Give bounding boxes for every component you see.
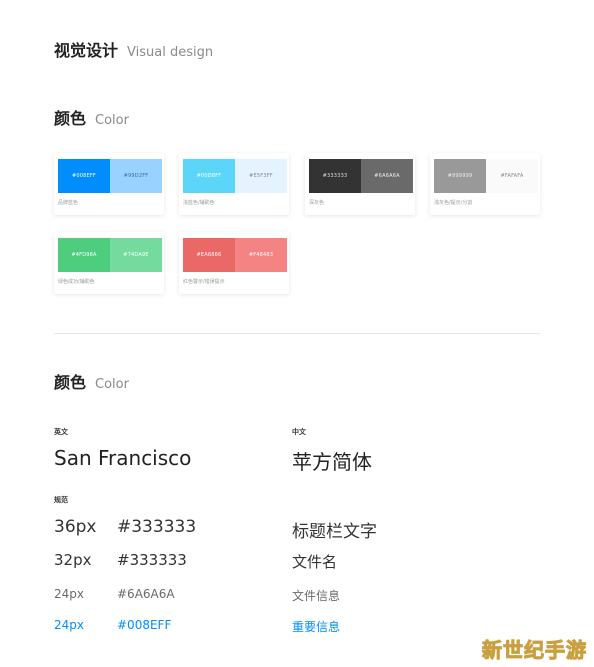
- type-spec-hex: #6A6A6A: [117, 587, 175, 601]
- font-section-title: 颜色 Color: [54, 369, 129, 393]
- page-title-cn: 视觉设计: [54, 41, 119, 60]
- type-spec-usage: 标题栏文字: [292, 522, 377, 542]
- watermark-logo: 新世纪手游: [482, 638, 587, 663]
- swatch-hex: #6A6A6A: [374, 173, 400, 179]
- color-swatch: #008EFF: [58, 159, 110, 193]
- chinese-font-label: 中文: [292, 428, 306, 436]
- color-card-label: 绿色成功/辅助色: [58, 279, 95, 285]
- type-spec-usage: 文件名: [292, 553, 338, 571]
- type-spec-hex: #008EFF: [117, 618, 172, 632]
- color-card-label: 浅蓝色/辅助色: [183, 200, 215, 206]
- color-card-dark-gray: #333333 #6A6A6A 深灰色: [305, 153, 415, 215]
- color-swatch: #E5F3FF: [235, 159, 287, 193]
- chinese-font-name: 苹方简体: [292, 450, 372, 474]
- color-swatch: #F48483: [235, 238, 287, 272]
- page-title: 视觉设计 Visual design: [54, 37, 213, 61]
- color-swatch: #FAFAFA: [486, 159, 538, 193]
- color-swatch: #6A6A6A: [361, 159, 413, 193]
- swatch-hex: #74DA9E: [123, 252, 149, 258]
- type-spec-size: 24px: [54, 587, 84, 601]
- color-card-label: 红色警示/错误提示: [183, 279, 225, 285]
- color-section-title-en: Color: [95, 113, 129, 128]
- type-spec-size: 24px: [54, 618, 84, 632]
- color-card-red: #EA6866 #F48483 红色警示/错误提示: [179, 232, 289, 294]
- page-title-en: Visual design: [127, 45, 214, 60]
- type-spec-size: 32px: [54, 551, 92, 569]
- color-swatch: #74DA9E: [110, 238, 162, 272]
- english-font-label: 英文: [54, 428, 68, 436]
- swatch-hex: #FAFAFA: [500, 173, 524, 179]
- color-section-title-cn: 颜色: [54, 109, 87, 128]
- type-spec-hex: #333333: [117, 517, 197, 537]
- color-section-title: 颜色 Color: [54, 105, 129, 129]
- type-spec-usage: 文件信息: [292, 589, 341, 603]
- swatch-hex: #F48483: [248, 252, 274, 258]
- swatch-hex: #EA6866: [196, 252, 222, 258]
- english-font-name: San Francisco: [54, 446, 192, 470]
- swatch-hex: #008EFF: [71, 173, 97, 179]
- color-card-label: 品牌蓝色: [58, 200, 79, 206]
- type-spec-size: 36px: [54, 517, 97, 537]
- type-spec-hex: #333333: [117, 551, 187, 569]
- swatch-hex: #333333: [322, 173, 348, 179]
- spec-label: 规范: [54, 496, 68, 504]
- color-card-light-blue: #00D8FF #E5F3FF 浅蓝色/辅助色: [179, 153, 289, 215]
- color-card-label: 深灰色: [309, 200, 325, 206]
- swatch-hex: #999999: [447, 173, 473, 179]
- type-spec-usage: 重要信息: [292, 620, 341, 634]
- color-card-light-gray: #999999 #FAFAFA 浅灰色/提示/分割: [430, 153, 540, 215]
- swatch-hex: #99D2FF: [123, 173, 149, 179]
- color-card-brand-blue: #008EFF #99D2FF 品牌蓝色: [54, 153, 164, 215]
- font-section-title-cn: 颜色: [54, 373, 87, 392]
- section-divider: [54, 333, 540, 334]
- color-swatch: #999999: [434, 159, 486, 193]
- color-swatch: #EA6866: [183, 238, 235, 272]
- swatch-hex: #00D8FF: [196, 173, 222, 179]
- swatch-hex: #E5F3FF: [249, 173, 273, 179]
- swatch-hex: #4FD98A: [71, 252, 97, 258]
- font-section-title-en: Color: [95, 377, 129, 392]
- color-swatch: #4FD98A: [58, 238, 110, 272]
- color-swatch: #99D2FF: [110, 159, 162, 193]
- color-card-label: 浅灰色/提示/分割: [434, 200, 473, 206]
- color-swatch: #333333: [309, 159, 361, 193]
- color-swatch: #00D8FF: [183, 159, 235, 193]
- color-card-green: #4FD98A #74DA9E 绿色成功/辅助色: [54, 232, 164, 294]
